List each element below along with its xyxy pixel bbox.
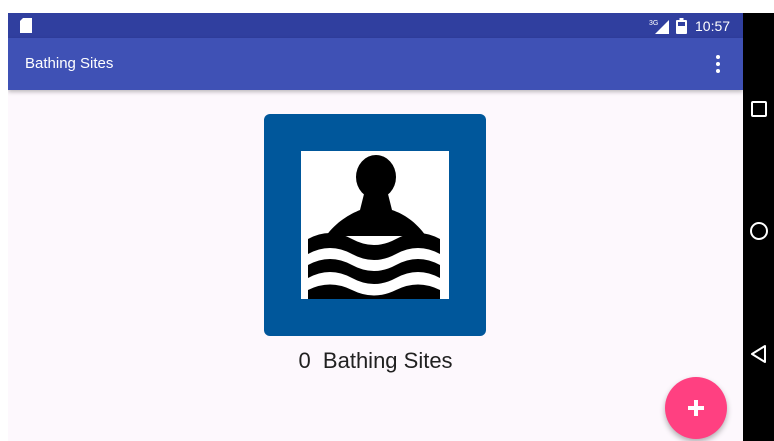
recents-icon[interactable]	[747, 97, 771, 121]
swimmer-icon	[264, 114, 486, 336]
plus-icon	[688, 400, 704, 416]
signal-icon: 3G	[649, 20, 669, 34]
app-bar: Bathing Sites	[8, 38, 743, 90]
back-icon[interactable]	[747, 342, 771, 366]
add-site-button[interactable]	[665, 377, 727, 439]
app-title: Bathing Sites	[25, 55, 114, 72]
sd-card-icon	[20, 18, 32, 33]
bathing-site-count: 0 Bathing Sites	[8, 348, 743, 374]
site-count-label: Bathing Sites	[322, 348, 453, 373]
navigation-bar	[743, 13, 774, 441]
status-bar: 3G 10:57	[8, 13, 743, 38]
app-screen: 3G 10:57 Bathing Sites 0 Bathing Sites	[8, 13, 743, 441]
battery-icon	[676, 18, 687, 34]
site-count-value: 0	[298, 348, 311, 373]
count-separator	[311, 348, 323, 373]
overflow-dot	[716, 69, 720, 73]
home-icon[interactable]	[747, 219, 771, 243]
status-clock: 10:57	[695, 18, 731, 34]
overflow-menu-icon[interactable]	[708, 52, 728, 76]
overflow-dot	[716, 62, 720, 66]
overflow-dot	[716, 55, 720, 59]
network-type: 3G	[649, 20, 658, 27]
